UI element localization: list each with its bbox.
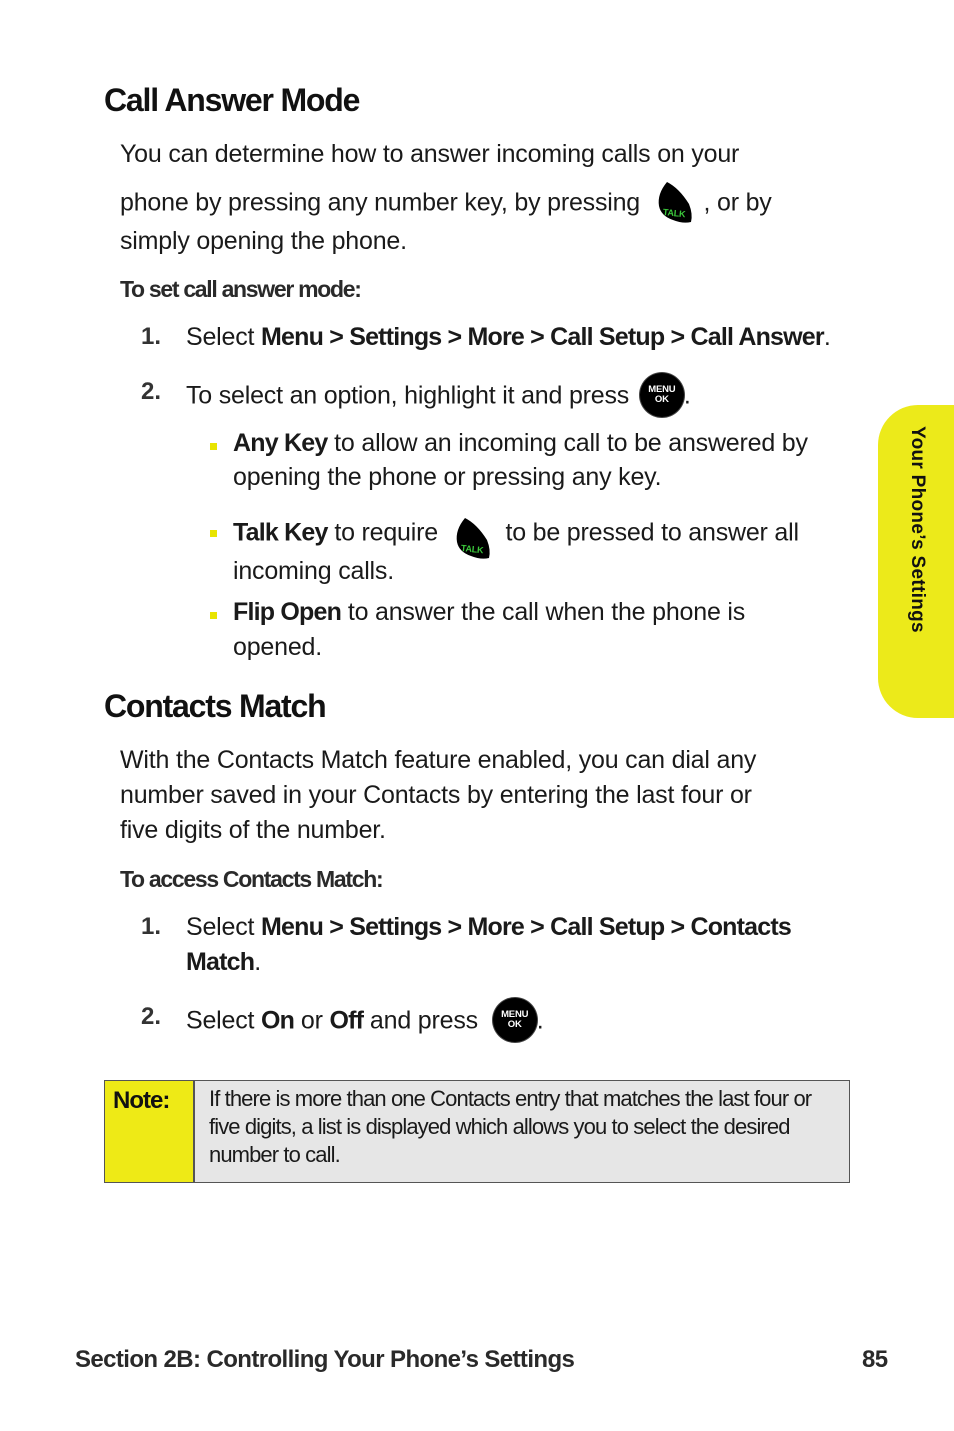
option-desc: to answer the call when the phone is: [341, 598, 746, 626]
option-talk-key-line2: incoming calls.: [233, 557, 394, 585]
option-name: Any Key: [233, 429, 328, 457]
section-title-contacts-match: Contacts Match: [104, 688, 327, 724]
step-text: Select: [186, 1006, 262, 1035]
step-1-contacts-match: Select Menu > Settings > More > Call Set…: [186, 910, 792, 945]
intro-line-1: You can determine how to answer incoming…: [120, 140, 740, 168]
note-text: If there is more than one Contacts entry…: [209, 1086, 812, 1167]
menu-path-cont: Match: [186, 948, 255, 976]
option-any-key: Any Key to allow an incoming call to be …: [233, 426, 808, 461]
footer-section-title: Section 2B: Controlling Your Phone’s Set…: [75, 1346, 575, 1373]
bullet-icon: [210, 530, 217, 537]
intro-text-cont: , or by: [703, 188, 772, 217]
side-tab-label: Your Phone’s Settings: [907, 426, 928, 633]
note-label-cell: Note:: [105, 1081, 195, 1182]
step-text: To select an option, highlight it and pr…: [186, 381, 630, 410]
subhead-access-contacts-match: To access Contacts Match:: [120, 866, 384, 892]
svg-text:TALK: TALK: [460, 543, 484, 555]
option-talk-key: Talk Key to require TALK to be pressed t…: [233, 512, 799, 559]
step-text-end: .: [823, 323, 831, 351]
step-number: 1.: [141, 323, 162, 350]
option-flip-open: Flip Open to answer the call when the ph…: [233, 595, 745, 630]
menu-ok-key-icon: MENU OK: [639, 373, 684, 417]
menu-path: Menu > Settings > More > Call Setup > Ca…: [261, 323, 825, 351]
contacts-intro-line-2: number saved in your Contacts by enterin…: [120, 781, 752, 809]
svg-text:TALK: TALK: [662, 207, 686, 219]
note-label: Note:: [113, 1087, 170, 1114]
contacts-intro-line-1: With the Contacts Match feature enabled,…: [120, 746, 757, 774]
intro-text: phone by pressing any number key, by pre…: [120, 188, 641, 217]
menu-path: Menu > Settings > More > Call Setup > Co…: [261, 913, 792, 941]
section-title-call-answer-mode: Call Answer Mode: [104, 82, 360, 118]
option-desc-cont: to be pressed to answer all: [505, 518, 799, 547]
step-2-call-answer: To select an option, highlight it and pr…: [186, 373, 691, 419]
step-text-end: .: [683, 381, 691, 410]
option-desc: to require: [327, 518, 438, 547]
option-any-key-line2: opening the phone or pressing any key.: [233, 463, 662, 491]
bullet-icon: [210, 612, 217, 619]
step-text-or: or: [294, 1006, 330, 1035]
step-number: 2.: [141, 378, 162, 405]
step-1-call-answer: Select Menu > Settings > More > Call Set…: [186, 320, 831, 355]
step-number: 1.: [141, 913, 162, 940]
talk-key-icon: TALK: [657, 180, 693, 224]
intro-line-3: simply opening the phone.: [120, 227, 407, 255]
menu-ok-key-icon: MENU OK: [492, 998, 537, 1042]
subhead-set-call-answer: To set call answer mode:: [120, 276, 362, 302]
step-2-contacts-match: Select On or Off and press MENU OK.: [186, 998, 544, 1044]
step-text: Select: [186, 323, 262, 351]
step-text-end: .: [254, 948, 261, 976]
option-on: On: [261, 1006, 295, 1035]
step-1-contacts-match-line2: Match.: [186, 945, 261, 980]
note-box: Note: If there is more than one Contacts…: [104, 1080, 850, 1183]
step-text: Select: [186, 913, 262, 941]
option-name: Flip Open: [233, 598, 342, 626]
page-number: 85: [862, 1346, 888, 1373]
option-desc: to allow an incoming call to be answered…: [327, 429, 808, 457]
bullet-icon: [210, 443, 217, 450]
contacts-intro-line-3: five digits of the number.: [120, 816, 386, 844]
option-flip-open-line2: opened.: [233, 633, 322, 661]
talk-key-icon: TALK: [455, 516, 491, 560]
option-off: Off: [329, 1006, 364, 1035]
intro-line-2: phone by pressing any number key, by pre…: [120, 182, 772, 226]
option-name: Talk Key: [233, 518, 328, 547]
step-text-end: .: [536, 1006, 544, 1035]
step-text-press: and press: [363, 1006, 478, 1035]
step-number: 2.: [141, 1003, 162, 1030]
